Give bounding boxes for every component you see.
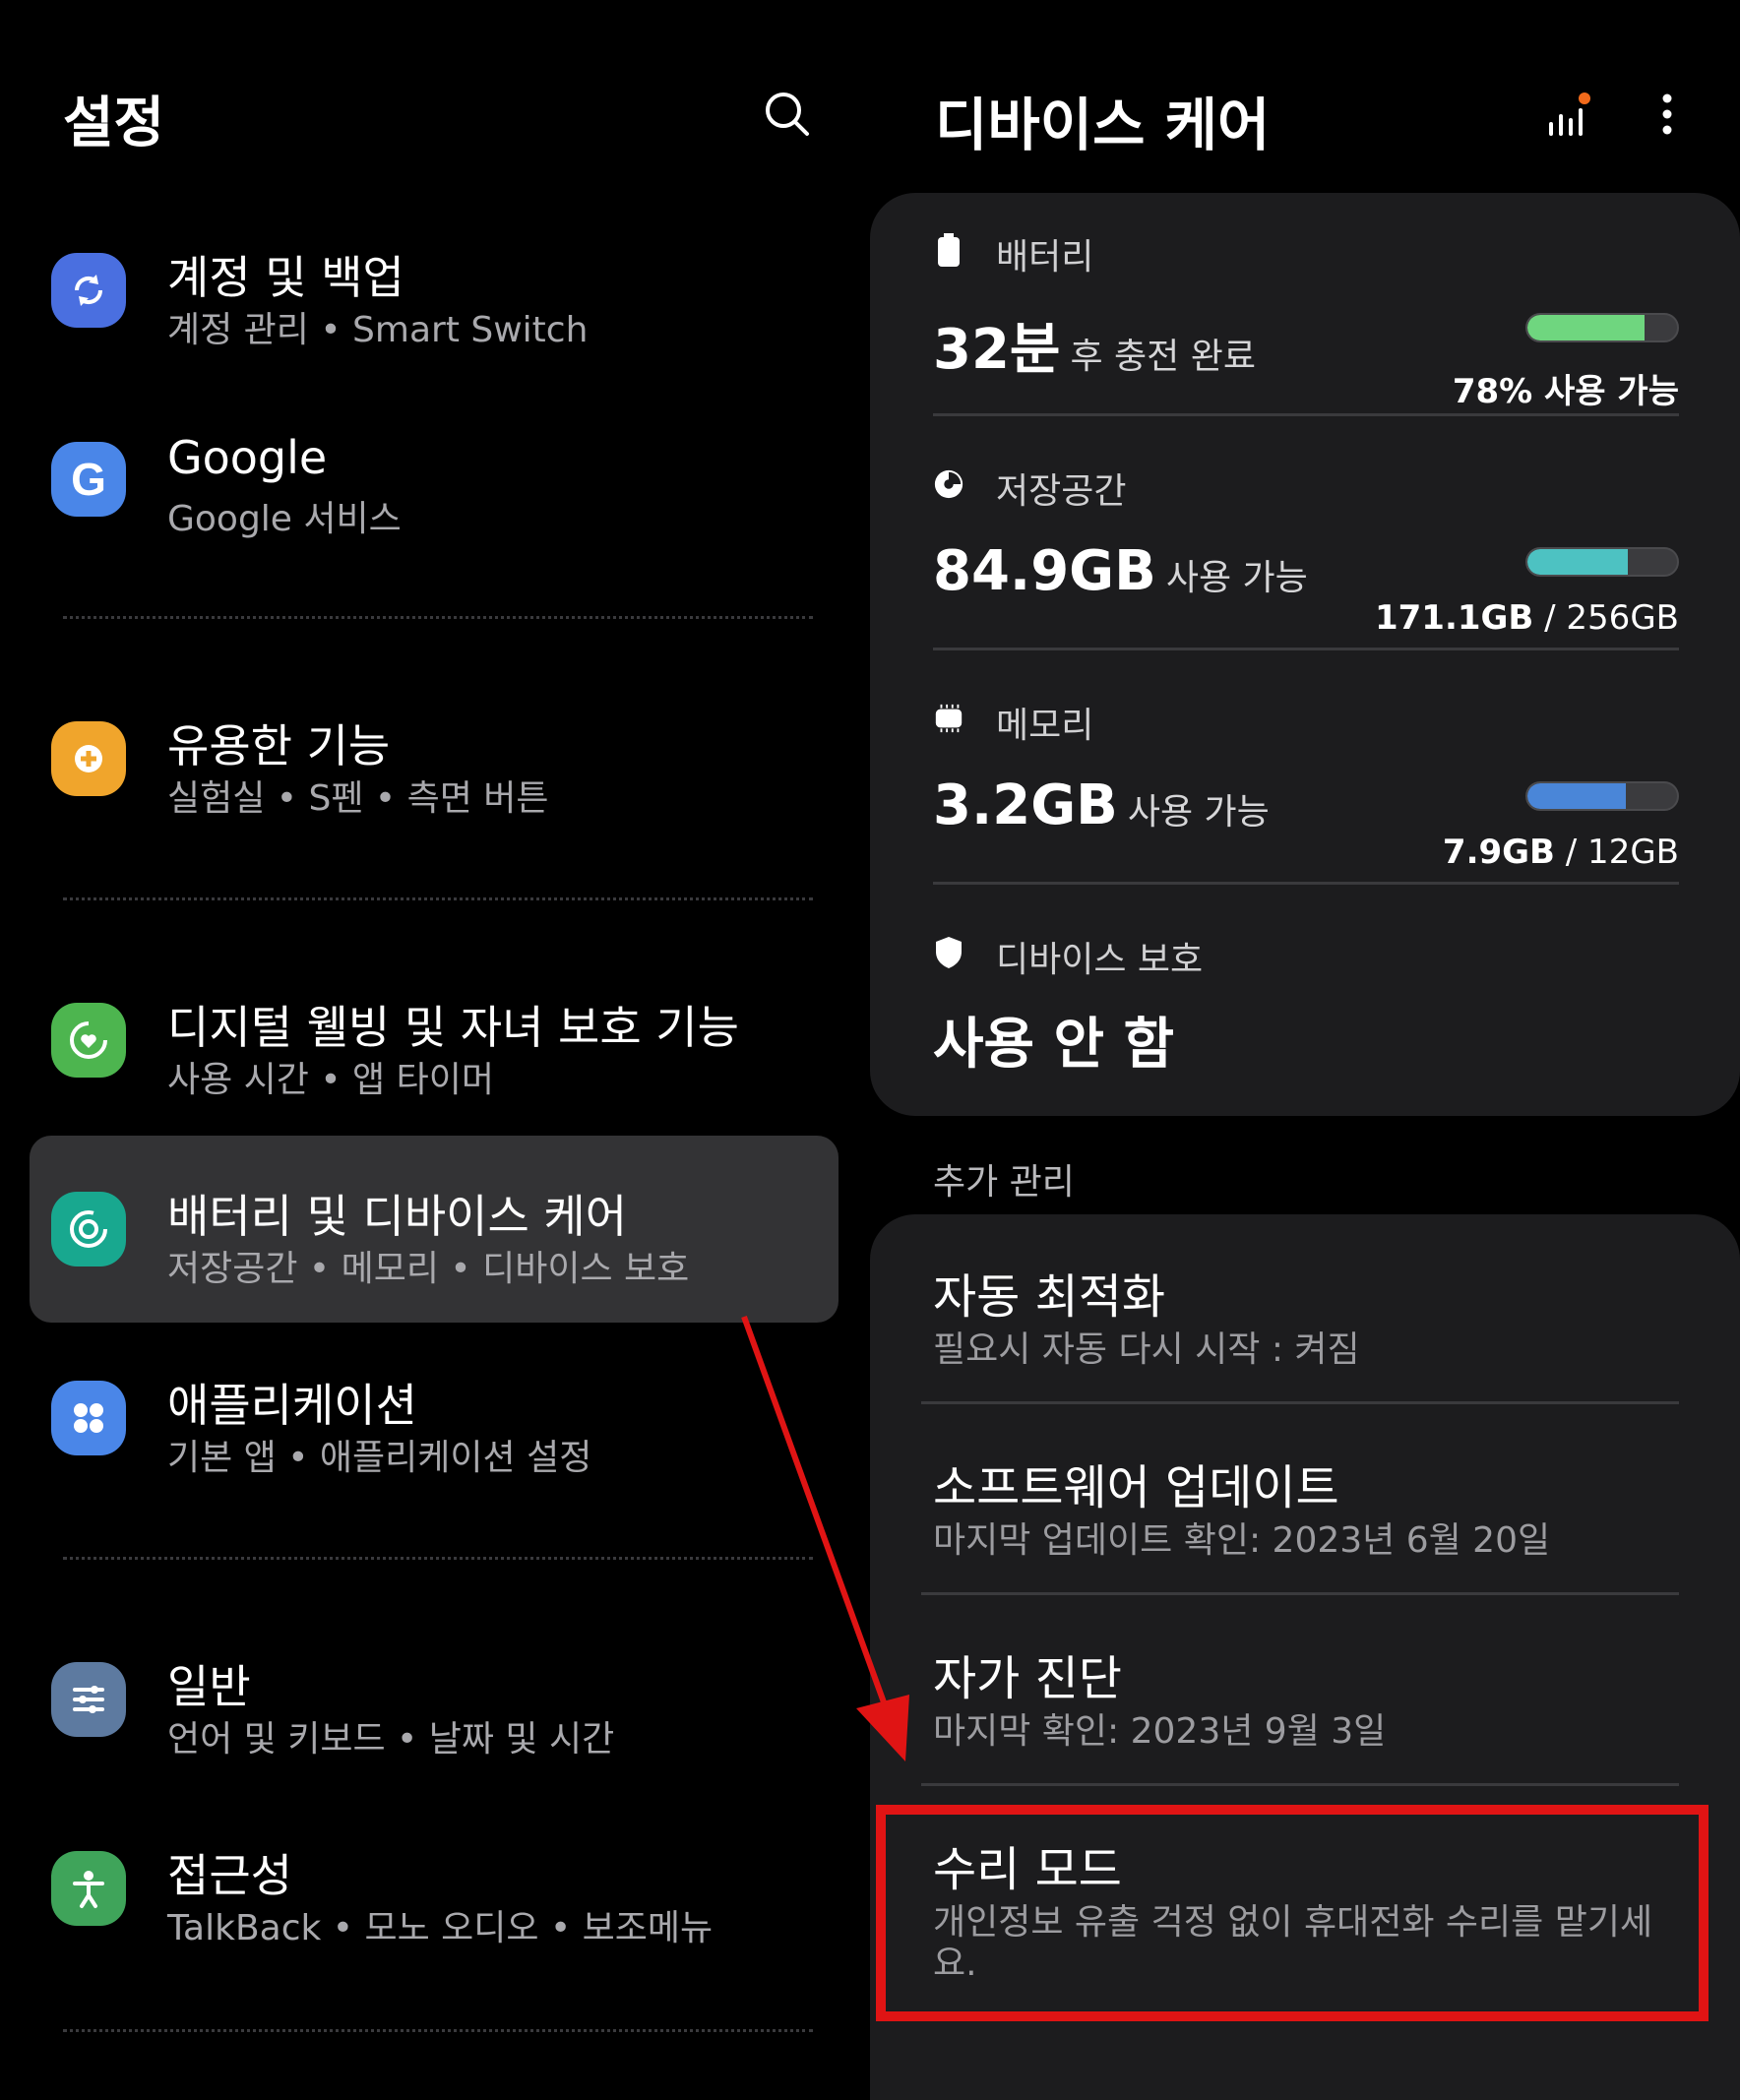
memory-bar-fill: [1527, 783, 1627, 809]
battery-bar: [1525, 313, 1679, 342]
settings-panel: 설정 계정 및 백업 계정 관리 • Smart Switch G Google…: [0, 0, 866, 2074]
section-divider: [63, 616, 813, 619]
item-title: 디지털 웰빙 및 자녀 보호 기능: [167, 1001, 739, 1054]
item-subtitle: 기본 앱 • 애플리케이션 설정: [167, 1438, 592, 1478]
item-title: 소프트웨어 업데이트: [933, 1460, 1339, 1515]
settings-item-accessibility[interactable]: 접근성 TalkBack • 모노 오디오 • 보조메뉴: [30, 1795, 839, 1982]
item-subtitle: 실험실 • S펜 • 측면 버튼: [167, 778, 549, 819]
shield-icon: [933, 937, 964, 968]
google-icon: G: [51, 442, 126, 517]
settings-item-google[interactable]: G Google Google 서비스: [30, 386, 839, 573]
storage-section[interactable]: 저장공간 84.9GB 사용 가능 171.1GB / 256GB: [933, 463, 1679, 659]
card-divider: [933, 413, 1679, 416]
status-card: 배터리 32분 후 충전 완료 78% 사용 가능 저장공간 84.9GB 사용 가…: [870, 193, 1740, 1116]
section-divider: [63, 897, 813, 900]
section-divider: [63, 1557, 813, 1560]
settings-item-accounts-backup[interactable]: 계정 및 백업 계정 관리 • Smart Switch: [30, 197, 839, 384]
item-title: Google: [167, 431, 328, 484]
more-options-icon[interactable]: [1647, 87, 1687, 142]
sync-icon: [51, 253, 126, 328]
item-subtitle: Google 서비스: [167, 499, 402, 539]
section-divider: [63, 2029, 813, 2032]
battery-value: 32분 후 충전 완료: [933, 318, 1256, 382]
device-protection-section[interactable]: 디바이스 보호 사용 안 함: [933, 931, 1679, 1098]
battery-bar-fill: [1527, 315, 1645, 340]
item-title: 일반: [167, 1660, 251, 1713]
wellbeing-icon: [51, 1003, 126, 1078]
apps-icon: [51, 1381, 126, 1455]
list-divider: [921, 1401, 1679, 1404]
item-subtitle: 저장공간 • 메모리 • 디바이스 보호: [167, 1249, 690, 1289]
settings-item-advanced-features[interactable]: 유용한 기능 실험실 • S펜 • 측면 버튼: [30, 665, 839, 852]
puzzle-icon: [51, 721, 126, 796]
settings-item-general[interactable]: 일반 언어 및 키보드 • 날짜 및 시간: [30, 1606, 839, 1793]
item-subtitle: TalkBack • 모노 오디오 • 보조메뉴: [167, 1908, 714, 1948]
item-subtitle: 사용 시간 • 앱 타이머: [167, 1060, 494, 1100]
storage-bar-fill: [1527, 549, 1628, 575]
list-divider: [921, 1592, 1679, 1595]
memory-stat: 7.9GB / 12GB: [1442, 833, 1679, 872]
extra-management-heading: 추가 관리: [933, 1162, 1075, 1203]
settings-item-battery-device-care[interactable]: 배터리 및 디바이스 케어 저장공간 • 메모리 • 디바이스 보호: [30, 1136, 839, 1323]
item-title: 유용한 기능: [167, 719, 391, 772]
self-diagnosis-item[interactable]: 자가 진단 마지막 확인: 2023년 9월 3일: [870, 1596, 1740, 1783]
storage-bar: [1525, 547, 1679, 577]
accessibility-icon: [51, 1851, 126, 1926]
item-subtitle: 언어 및 키보드 • 날짜 및 시간: [167, 1719, 615, 1760]
device-care-title: 디바이스 케어: [935, 92, 1271, 158]
settings-title: 설정: [63, 92, 165, 155]
card-divider: [933, 882, 1679, 885]
item-subtitle: 마지막 업데이트 확인: 2023년 6월 20일: [933, 1520, 1551, 1561]
settings-item-digital-wellbeing[interactable]: 디지털 웰빙 및 자녀 보호 기능 사용 시간 • 앱 타이머: [30, 947, 839, 1134]
list-divider: [921, 1783, 1679, 1786]
card-divider: [933, 648, 1679, 650]
battery-section[interactable]: 배터리 32분 후 충전 완료 78% 사용 가능: [933, 228, 1679, 425]
memory-label: 메모리: [996, 706, 1094, 746]
device-care-panel: 디바이스 케어 배터리 32분 후 충전 완료 78% 사용 가능 저장공간 84…: [870, 0, 1740, 2100]
storage-label: 저장공간: [996, 471, 1127, 512]
item-subtitle: 계정 관리 • Smart Switch: [167, 310, 589, 350]
item-title: 애플리케이션: [167, 1379, 417, 1432]
item-title: 접근성: [167, 1849, 292, 1902]
memory-section[interactable]: 메모리 3.2GB 사용 가능 7.9GB / 12GB: [933, 697, 1679, 894]
storage-stat: 171.1GB / 256GB: [1374, 598, 1679, 638]
highlight-box: [876, 1805, 1709, 2021]
sliders-icon: [51, 1662, 126, 1737]
item-subtitle: 마지막 확인: 2023년 9월 3일: [933, 1711, 1387, 1752]
item-subtitle: 필요시 자동 다시 시작 : 켜짐: [933, 1329, 1360, 1370]
device-protection-value: 사용 안 함: [933, 1013, 1175, 1077]
battery-label: 배터리: [996, 237, 1094, 278]
search-icon[interactable]: [758, 85, 817, 144]
settings-item-applications[interactable]: 애플리케이션 기본 앱 • 애플리케이션 설정: [30, 1325, 839, 1512]
memory-value: 3.2GB 사용 가능: [933, 773, 1270, 837]
auto-optimization-item[interactable]: 자동 최적화 필요시 자동 다시 시작 : 켜짐: [870, 1214, 1740, 1401]
storage-value: 84.9GB 사용 가능: [933, 539, 1308, 603]
software-update-item[interactable]: 소프트웨어 업데이트 마지막 업데이트 확인: 2023년 6월 20일: [870, 1405, 1740, 1592]
chart-icon[interactable]: [1539, 87, 1598, 146]
memory-chip-icon: [933, 703, 964, 734]
item-title: 계정 및 백업: [167, 251, 404, 304]
item-title: 자동 최적화: [933, 1269, 1166, 1325]
item-title: 배터리 및 디바이스 케어: [167, 1190, 628, 1243]
pie-chart-icon: [933, 468, 964, 500]
device-care-icon: [51, 1192, 126, 1266]
item-title: 자가 진단: [933, 1651, 1122, 1706]
device-protection-label: 디바이스 보호: [996, 940, 1204, 980]
memory-bar: [1525, 781, 1679, 811]
battery-icon: [933, 233, 964, 267]
battery-stat: 78% 사용 가능: [1452, 372, 1679, 411]
